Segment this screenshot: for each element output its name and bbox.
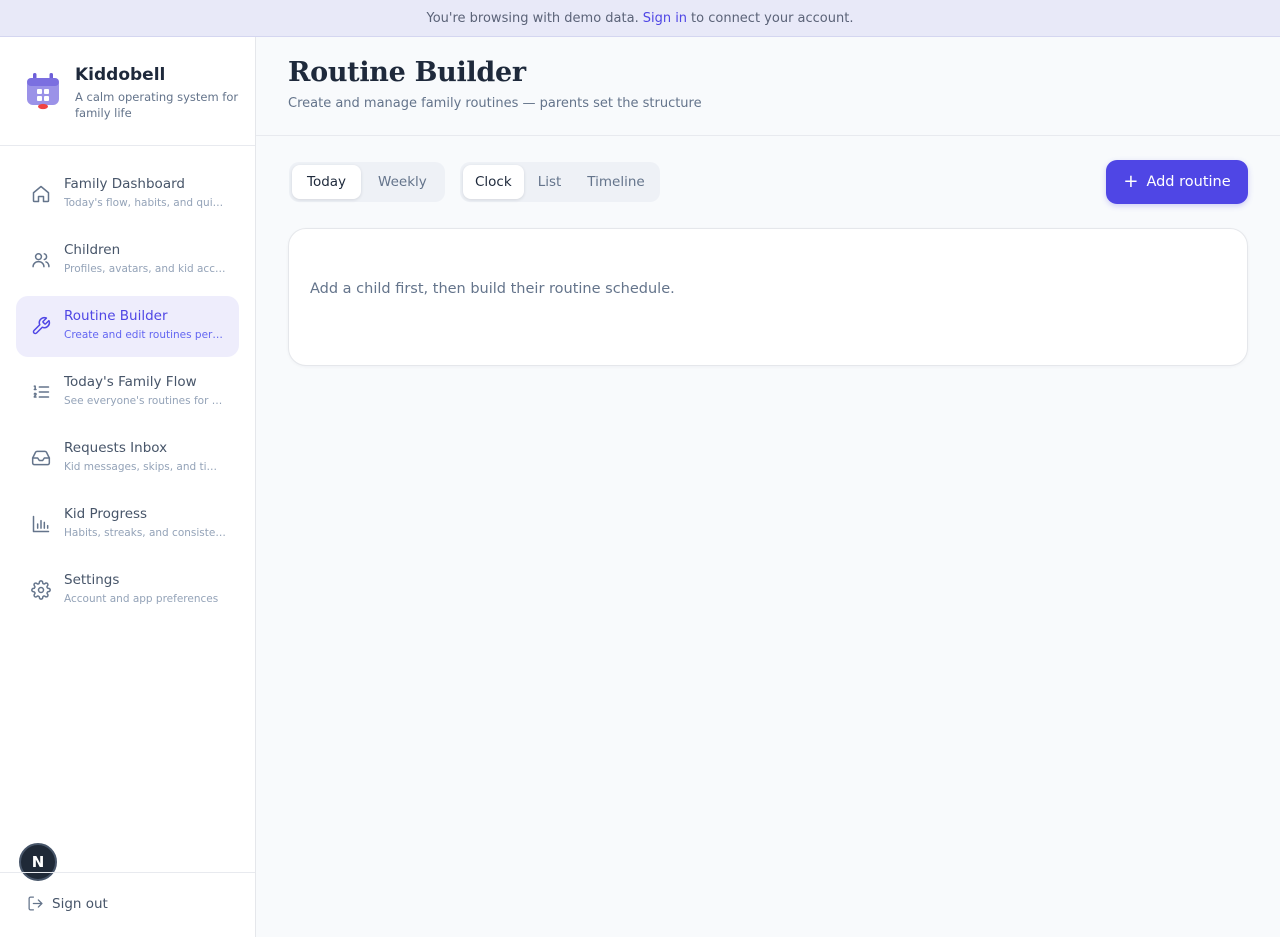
empty-state-message: Add a child first, then build their rout…: [310, 281, 675, 297]
sidebar: Kiddobell A calm operating system for fa…: [0, 37, 256, 937]
add-routine-label: Add routine: [1146, 174, 1231, 190]
empty-state-card: Add a child first, then build their rout…: [288, 228, 1248, 366]
sidebar-item-children[interactable]: Children Profiles, avatars, and kid acco…: [16, 230, 239, 291]
sign-out-button[interactable]: Sign out: [27, 895, 108, 912]
sidebar-item-label: Children: [64, 242, 121, 258]
home-icon: [32, 185, 50, 203]
sidebar-item-label: Kid Progress: [64, 506, 148, 522]
inbox-icon: [31, 450, 51, 466]
sidebar-item-kid-progress[interactable]: Kid Progress Habits, streaks, and consis…: [16, 494, 239, 555]
sidebar-item-requests-inbox[interactable]: Requests Inbox Kid messages, skips, and …: [16, 428, 239, 489]
tab-clock[interactable]: Clock: [463, 165, 524, 199]
tab-list[interactable]: List: [526, 165, 574, 199]
range-toggle: Today Weekly: [289, 162, 445, 202]
sidebar-item-todays-family-flow[interactable]: Today's Family Flow See everyone's routi…: [16, 362, 239, 423]
page-header: Routine Builder Create and manage family…: [256, 37, 1280, 136]
sidebar-item-label: Today's Family Flow: [64, 374, 197, 390]
sign-out-icon: [28, 896, 43, 911]
sidebar-item-description: Account and app preferences: [64, 593, 219, 605]
tab-today[interactable]: Today: [292, 165, 362, 199]
sidebar-item-description: Today's flow, habits, and quick actions: [64, 197, 226, 209]
brand-tagline: A calm operating system for family life: [75, 90, 239, 120]
sidebar-item-description: Profiles, avatars, and kid accounts: [64, 263, 226, 275]
page-title: Routine Builder: [288, 57, 526, 88]
page-subtitle: Create and manage family routines — pare…: [288, 96, 702, 111]
list-ordered-icon: [33, 385, 50, 398]
wrench-icon: [32, 316, 51, 335]
plus-icon: +: [1123, 171, 1139, 192]
sidebar-item-label: Routine Builder: [64, 308, 168, 324]
add-routine-button[interactable]: + Add routine: [1106, 160, 1248, 204]
sidebar-item-description: Habits, streaks, and consistency: [64, 527, 226, 539]
sidebar-item-family-dashboard[interactable]: Family Dashboard Today's flow, habits, a…: [16, 164, 239, 225]
view-toggle: Clock List Timeline: [460, 162, 660, 202]
gear-icon: [31, 580, 51, 600]
sidebar-item-routine-builder[interactable]: Routine Builder Create and edit routines…: [16, 296, 239, 357]
tab-weekly[interactable]: Weekly: [363, 165, 442, 199]
brand: Kiddobell A calm operating system for fa…: [0, 37, 255, 146]
sign-in-link[interactable]: Sign in: [643, 11, 687, 26]
demo-banner: You're browsing with demo data. Sign in …: [0, 0, 1280, 37]
sidebar-item-settings[interactable]: Settings Account and app preferences: [16, 560, 239, 621]
sidebar-item-description: Kid messages, skips, and time requests: [64, 461, 226, 473]
sidebar-item-label: Requests Inbox: [64, 440, 168, 456]
users-icon: [32, 253, 50, 268]
sidebar-item-label: Settings: [64, 572, 120, 588]
sidebar-footer: Sign out: [0, 872, 255, 937]
banner-text: You're browsing with demo data.: [426, 10, 639, 26]
sidebar-item-description: See everyone's routines for today: [64, 395, 226, 407]
sign-out-label: Sign out: [52, 895, 108, 912]
calendar-logo-icon: [27, 73, 59, 110]
sidebar-nav: Family Dashboard Today's flow, habits, a…: [16, 164, 239, 626]
tab-timeline[interactable]: Timeline: [575, 165, 656, 199]
sidebar-item-description: Create and edit routines per child: [64, 329, 226, 341]
banner-text-after: to connect your account.: [691, 10, 854, 26]
sidebar-item-label: Family Dashboard: [64, 176, 185, 192]
bar-chart-icon: [32, 515, 50, 533]
brand-name: Kiddobell: [75, 65, 166, 85]
